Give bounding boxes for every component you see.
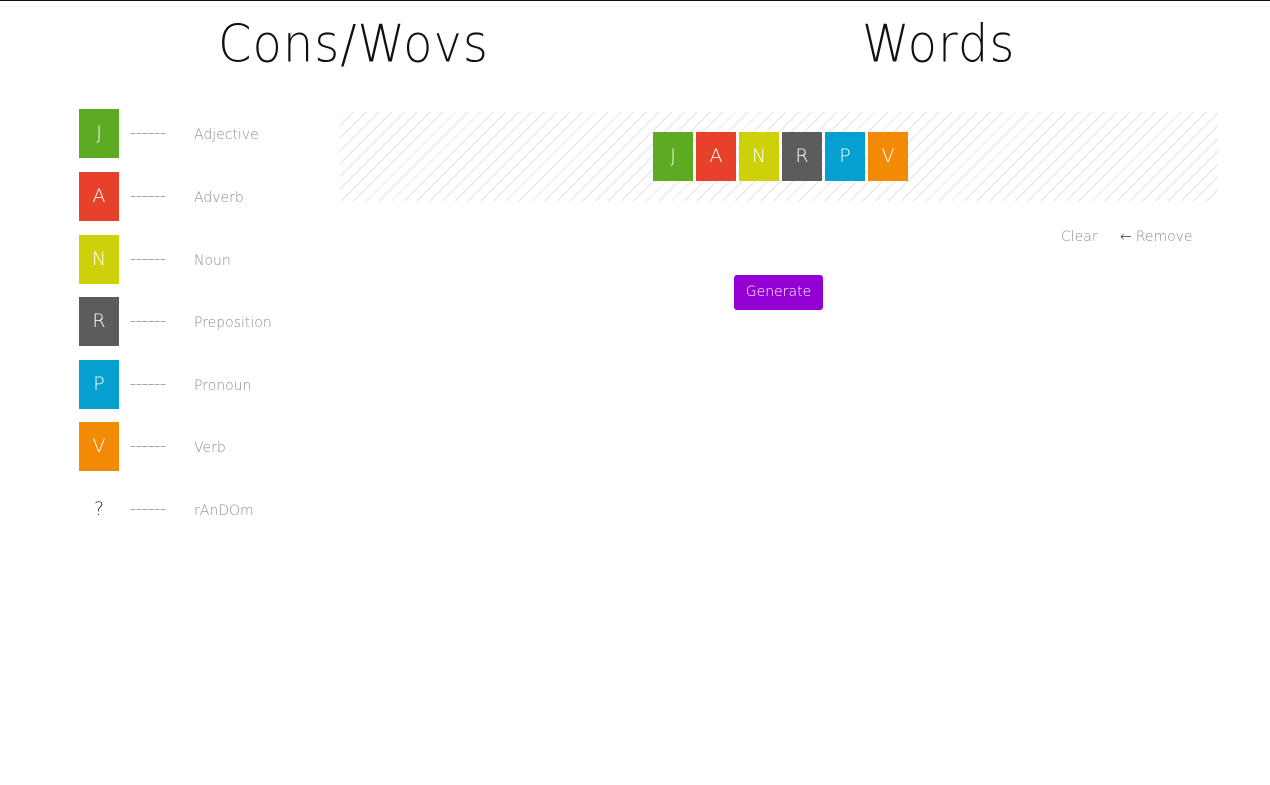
legend-tile[interactable]: R — [79, 297, 119, 346]
legend-item-random[interactable]: ? –––––– rAnDOm — [79, 485, 319, 534]
legend-label: Pronoun — [194, 378, 252, 394]
word-tile[interactable]: J — [653, 132, 693, 181]
legend-item-noun[interactable]: N –––––– Noun — [79, 235, 319, 284]
legend-dash: –––––– — [130, 502, 166, 516]
word-tiles: J A N R P V — [653, 132, 908, 181]
legend-tile[interactable]: J — [79, 109, 119, 158]
legend-item-verb[interactable]: V –––––– Verb — [79, 422, 319, 471]
clear-button[interactable]: Clear — [1061, 226, 1098, 248]
legend-dash: –––––– — [130, 126, 166, 140]
word-tile[interactable]: P — [825, 132, 865, 181]
word-tile[interactable]: V — [868, 132, 908, 181]
legend-label: Preposition — [194, 315, 272, 331]
legend-dash: –––––– — [130, 439, 166, 453]
legend-item-preposition[interactable]: R –––––– Preposition — [79, 297, 319, 346]
legend-tile[interactable]: A — [79, 172, 119, 221]
left-arrow-icon: ← — [1120, 229, 1132, 245]
words-heading: Words — [862, 13, 1016, 75]
legend-label: Adverb — [194, 190, 244, 206]
legend-label: Noun — [194, 253, 231, 269]
generate-button[interactable]: Generate — [734, 275, 823, 310]
remove-button[interactable]: ← Remove — [1120, 226, 1193, 248]
legend-label: Adjective — [194, 127, 259, 143]
legend-item-pronoun[interactable]: P –––––– Pronoun — [79, 360, 319, 409]
legend-dash: –––––– — [130, 377, 166, 391]
word-drop-zone[interactable]: J A N R P V — [340, 112, 1218, 201]
remove-label: Remove — [1135, 229, 1193, 245]
legend-dash: –––––– — [130, 314, 166, 328]
legend-dash: –––––– — [130, 189, 166, 203]
legend-tile[interactable]: N — [79, 235, 119, 284]
legend-tile[interactable]: ? — [79, 485, 119, 534]
legend-label: Verb — [194, 440, 226, 456]
legend-dash: –––––– — [130, 252, 166, 266]
legend-item-adverb[interactable]: A –––––– Adverb — [79, 172, 319, 221]
legend-tile[interactable]: P — [79, 360, 119, 409]
legend-label: rAnDOm — [194, 503, 254, 519]
word-tile[interactable]: R — [782, 132, 822, 181]
word-tile[interactable]: N — [739, 132, 779, 181]
legend-item-adjective[interactable]: J –––––– Adjective — [79, 109, 319, 158]
top-border — [0, 0, 1270, 1]
word-tile[interactable]: A — [696, 132, 736, 181]
legend-tile[interactable]: V — [79, 422, 119, 471]
cons-wovs-heading: Cons/Wovs — [218, 13, 489, 75]
